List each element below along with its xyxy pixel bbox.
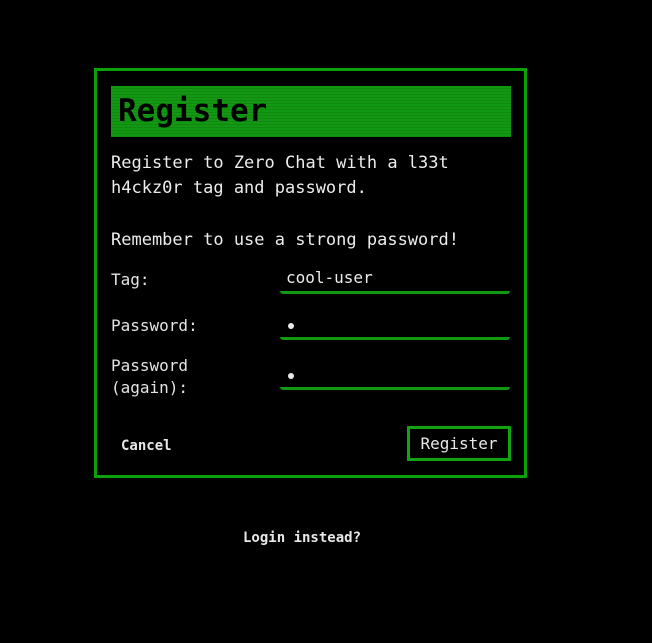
password-again-label: Password (again): <box>111 356 189 397</box>
dialog-title-bar: Register <box>111 86 511 137</box>
password-label: Password: <box>111 316 198 335</box>
register-dialog: Register Register to Zero Chat with a l3… <box>94 68 527 478</box>
cancel-button[interactable]: Cancel <box>121 436 172 456</box>
password-again-mask-dot <box>288 373 294 379</box>
register-button[interactable]: Register <box>407 426 511 461</box>
tag-input[interactable]: cool-user <box>280 265 510 294</box>
tag-label: Tag: <box>111 270 150 289</box>
login-instead-link[interactable]: Login instead? <box>243 528 361 548</box>
password-input[interactable] <box>280 311 510 340</box>
dialog-description: Register to Zero Chat with a l33t h4ckz0… <box>111 153 449 198</box>
tag-input-value: cool-user <box>286 268 373 287</box>
password-mask-dot <box>288 323 294 329</box>
password-again-input[interactable] <box>280 361 510 390</box>
password-reminder: Remember to use a strong password! <box>111 230 459 250</box>
dialog-title: Register <box>118 93 268 129</box>
